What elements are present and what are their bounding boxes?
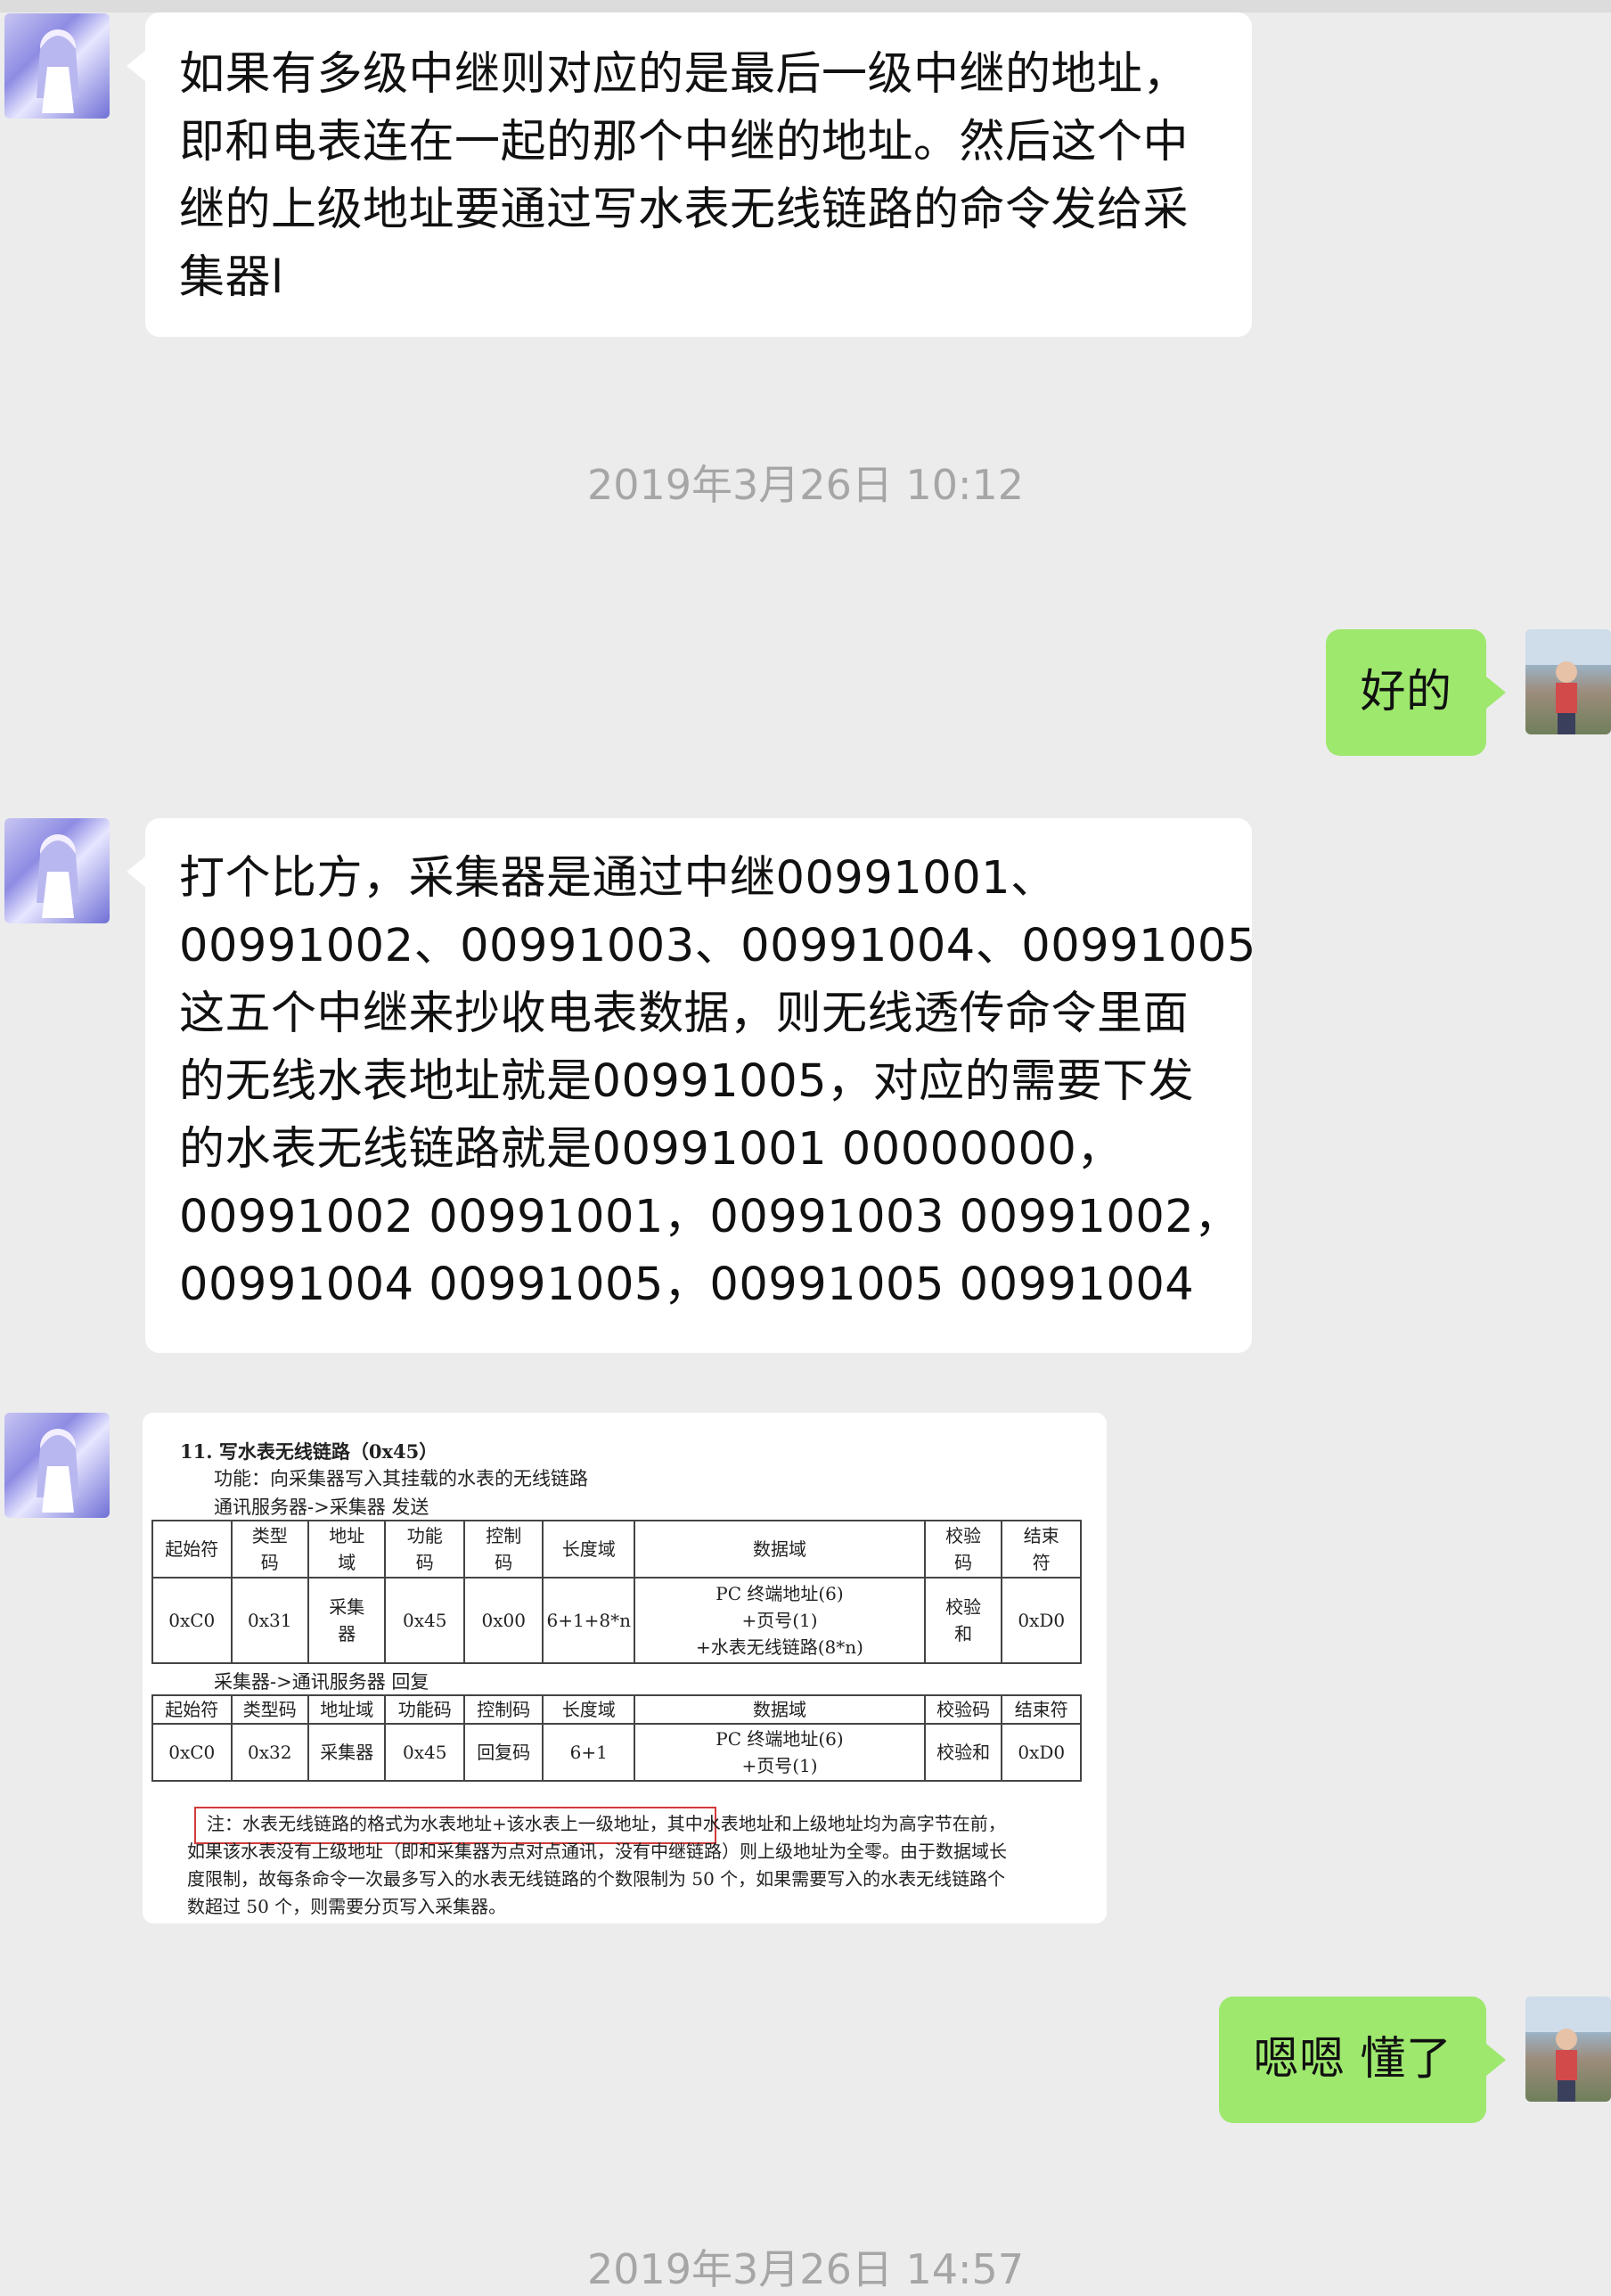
doc-send-direction: 通讯服务器->采集器 发送 [214, 1496, 429, 1518]
table-header: 长度域 [542, 1694, 636, 1725]
table-cell: PC 终端地址(6) +页号(1) [634, 1723, 926, 1782]
message-text: 好的 [1360, 666, 1452, 718]
table-header: 类型码 [230, 1694, 309, 1725]
doc-note: 注：水表无线链路的格式为水表地址+该水表上一级地址，其中水表地址和上级地址均为高… [187, 1810, 1087, 1921]
doc-function-line: 功能：向采集器写入其挂载的水表的无线链路 [214, 1468, 588, 1489]
table-cell: 6+1+8*n [542, 1577, 636, 1664]
table-cell: 0x45 [384, 1577, 465, 1664]
table-cell: 0x32 [230, 1723, 309, 1782]
outgoing-message-2[interactable]: 嗯嗯 懂了 [1219, 1997, 1486, 2123]
table-header: 控制 码 [462, 1520, 544, 1578]
message-line: 的水表无线链路就是00991001 00000000， [179, 1123, 1123, 1176]
person-photo-avatar-icon [1525, 1997, 1611, 2102]
contact-avatar[interactable] [4, 13, 110, 119]
note-line: 度限制，故每条命令一次最多写入的水表无线链路的个数限制为 50 个，如果需要写入… [187, 1868, 1006, 1890]
table-header: 校验 码 [923, 1520, 1003, 1578]
message-line: 00991002 00991001，00991003 00991002， [179, 1191, 1240, 1243]
note-line: 注：水表无线链路的格式为水表地址+该水表上一级地址，其中水表地址和上级地址均为高… [207, 1813, 1006, 1834]
table-cell: 0x00 [462, 1577, 544, 1664]
table-header: 地址域 [307, 1694, 387, 1725]
message-line: 00991004 00991005，00991005 00991004 [179, 1259, 1195, 1311]
bubble-tail [1486, 676, 1506, 709]
image-message-protocol-doc[interactable]: 11. 写水表无线链路（0x45） 功能：向采集器写入其挂载的水表的无线链路 通… [143, 1413, 1107, 1923]
timestamp: 2019年3月26日 10:12 [586, 461, 1025, 509]
table-header: 类型 码 [230, 1520, 309, 1578]
bubble-tail [1486, 2044, 1506, 2076]
table-header: 数据域 [634, 1694, 926, 1725]
note-line: 如果该水表没有上级地址（即和采集器为点对点通讯，没有中继链路）则上级地址为全零。… [187, 1841, 1007, 1862]
timestamp: 2019年3月26日 14:57 [586, 2245, 1025, 2293]
table-header: 数据域 [634, 1520, 926, 1578]
doc-heading: 11. 写水表无线链路（0x45） [180, 1440, 438, 1463]
table-header: 控制码 [462, 1694, 544, 1725]
anime-girl-avatar-icon [37, 1429, 79, 1513]
self-avatar[interactable] [1525, 629, 1611, 734]
table-header: 地址 域 [307, 1520, 387, 1578]
message-line: 如果有多级中继则对应的是最后一级中继的地址， [179, 48, 1190, 101]
anime-girl-avatar-icon [37, 29, 79, 113]
table-cell: 6+1 [542, 1723, 636, 1782]
table-header: 起始符 [151, 1694, 233, 1725]
table-header: 起始符 [151, 1520, 233, 1578]
message-line: 继的上级地址要通过写水表无线链路的命令发给采 [179, 184, 1190, 236]
table-header: 功能 码 [384, 1520, 465, 1578]
message-line: 这五个中继来抄收电表数据，则无线透传命令里面 [179, 988, 1190, 1040]
table-cell: 0xC0 [151, 1723, 233, 1782]
incoming-message-2[interactable]: 打个比方，采集器是通过中继00991001、 00991002、00991003… [145, 818, 1256, 1353]
table-cell: 0xD0 [1001, 1577, 1082, 1664]
message-line: 即和电表连在一起的那个中继的地址。然后这个中 [179, 116, 1190, 168]
table-header: 功能码 [384, 1694, 465, 1725]
person-photo-avatar-icon [1525, 629, 1611, 734]
incoming-message-1[interactable]: 如果有多级中继则对应的是最后一级中继的地址， 即和电表连在一起的那个中继的地址。… [145, 12, 1252, 337]
message-line: 打个比方，采集器是通过中继00991001、 [179, 852, 1057, 905]
message-line: 00991002、00991003、00991004、00991005 [179, 920, 1256, 972]
table-cell: 0xD0 [1001, 1723, 1082, 1782]
table-header: 结束符 [1001, 1694, 1082, 1725]
anime-girl-avatar-icon [37, 834, 79, 918]
message-line: 的无线水表地址就是00991005，对应的需要下发 [179, 1055, 1195, 1108]
table-cell: 0xC0 [151, 1577, 233, 1664]
bubble-tail [127, 50, 146, 82]
outgoing-message-1[interactable]: 好的 [1326, 629, 1486, 756]
table-cell: 采集器 [307, 1723, 387, 1782]
table-cell: 采集 器 [307, 1577, 387, 1664]
doc-reply-direction: 采集器->通讯服务器 回复 [214, 1671, 429, 1693]
table-header: 结束 符 [1001, 1520, 1082, 1578]
note-line: 数超过 50 个，则需要分页写入采集器。 [187, 1896, 507, 1917]
self-avatar[interactable] [1525, 1997, 1611, 2102]
send-frame-table: 起始符 类型 码 地址 域 功能 码 控制 码 长度域 数据域 校验 码 结束 … [151, 1520, 1082, 1664]
bubble-tail [127, 856, 146, 888]
message-text: 嗯嗯 懂了 [1253, 2033, 1452, 2086]
table-cell: 校验和 [923, 1723, 1003, 1782]
window-top-edge [0, 0, 1611, 12]
table-cell: 0x45 [384, 1723, 465, 1782]
table-cell: 校验 和 [923, 1577, 1003, 1664]
table-cell: 回复码 [462, 1723, 544, 1782]
table-cell: PC 终端地址(6) +页号(1) +水表无线链路(8*n) [634, 1577, 926, 1664]
table-cell: 0x31 [230, 1577, 309, 1664]
message-line: 集器l [179, 251, 284, 304]
table-header: 校验码 [923, 1694, 1003, 1725]
reply-frame-table: 起始符 类型码 地址域 功能码 控制码 长度域 数据域 校验码 结束符 0xC0… [151, 1694, 1082, 1782]
contact-avatar[interactable] [4, 818, 110, 923]
table-header: 长度域 [542, 1520, 636, 1578]
contact-avatar[interactable] [4, 1413, 110, 1518]
